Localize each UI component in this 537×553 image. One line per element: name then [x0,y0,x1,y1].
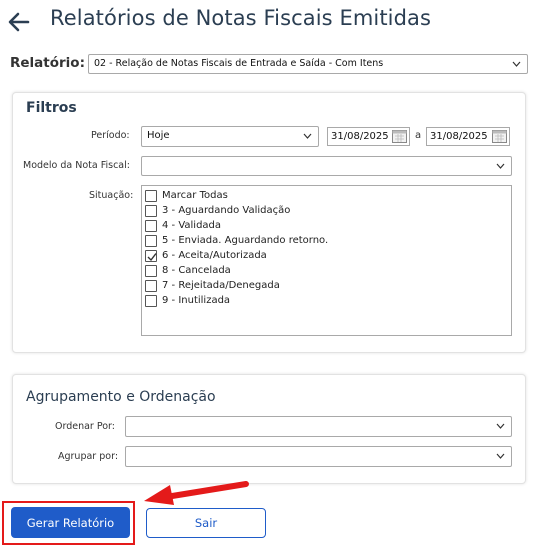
situacao-option[interactable]: 8 - Cancelada [145,263,231,278]
checkbox[interactable] [145,279,157,292]
situacao-option-label: 9 - Inutilizada [162,295,231,306]
generate-report-button[interactable]: Gerar Relatório [11,507,130,538]
checkbox[interactable] [145,234,157,247]
periodo-label: Período: [91,130,130,141]
date-to-input[interactable]: 31/08/2025 [426,127,510,146]
agrupar-select[interactable] [125,446,512,467]
situacao-option[interactable]: 3 - Aguardando Validação [145,203,290,218]
date-from-value: 31/08/2025 [331,131,389,142]
situacao-option-label: 6 - Aceita/Autorizada [162,250,267,261]
date-separator: a [415,130,422,141]
modelo-label: Modelo da Nota Fiscal: [23,160,130,171]
situacao-label: Situação: [89,190,134,201]
filtros-panel: Filtros Período: Hoje 31/08/2025 a 31/08… [12,92,526,353]
situacao-option-label: 5 - Enviada. Aguardando retorno. [162,235,329,246]
checkbox-checked[interactable] [145,249,157,262]
situacao-option-label: Marcar Todas [162,190,228,201]
relatorio-select[interactable]: 02 - Relação de Notas Fiscais de Entrada… [88,54,528,74]
situacao-option[interactable]: 6 - Aceita/Autorizada [145,248,267,263]
periodo-select-value: Hoje [147,130,170,141]
periodo-select[interactable]: Hoje [141,126,319,147]
arrow-left-icon[interactable] [6,9,32,35]
chevron-down-icon [512,61,521,67]
checkbox[interactable] [145,204,157,217]
date-from-input[interactable]: 31/08/2025 [327,127,410,146]
filtros-title: Filtros [26,100,77,116]
situacao-option[interactable]: 5 - Enviada. Aguardando retorno. [145,233,328,248]
situacao-option[interactable]: 7 - Rejeitada/Denegada [145,278,280,293]
calendar-icon[interactable] [492,130,507,143]
agrupamento-panel: Agrupamento e Ordenação Ordenar Por: Agr… [12,374,526,484]
chevron-down-icon [496,453,505,459]
chevron-down-icon [303,133,312,139]
exit-button[interactable]: Sair [146,508,266,538]
checkbox[interactable] [145,189,157,202]
date-to-value: 31/08/2025 [430,131,488,142]
ordenar-label: Ordenar Por: [55,421,116,432]
checkbox[interactable] [145,219,157,232]
modelo-select[interactable] [141,156,512,176]
ordenar-select[interactable] [125,416,512,437]
agrupamento-title: Agrupamento e Ordenação [26,389,216,405]
chevron-down-icon [496,423,505,429]
checkmark-icon [147,252,157,261]
situacao-option[interactable]: Marcar Todas [145,188,228,203]
situacao-option-label: 7 - Rejeitada/Denegada [162,280,280,291]
chevron-down-icon [496,163,505,169]
situacao-option-label: 3 - Aguardando Validação [162,205,291,216]
situacao-option-label: 8 - Cancelada [162,265,231,276]
situacao-option-label: 4 - Validada [162,220,222,231]
situacao-option[interactable]: 9 - Inutilizada [145,293,230,308]
checkbox[interactable] [145,264,157,277]
agrupar-label: Agrupar por: [58,451,119,462]
relatorio-select-value: 02 - Relação de Notas Fiscais de Entrada… [94,58,384,69]
situacao-list[interactable]: Marcar Todas 3 - Aguardando Validação 4 … [141,185,512,336]
page-title: Relatórios de Notas Fiscais Emitidas [50,6,432,30]
checkbox[interactable] [145,294,157,307]
situacao-option[interactable]: 4 - Validada [145,218,221,233]
page-header: Relatórios de Notas Fiscais Emitidas [0,0,537,44]
calendar-icon[interactable] [392,130,407,143]
relatorio-label: Relatório: [10,55,85,71]
